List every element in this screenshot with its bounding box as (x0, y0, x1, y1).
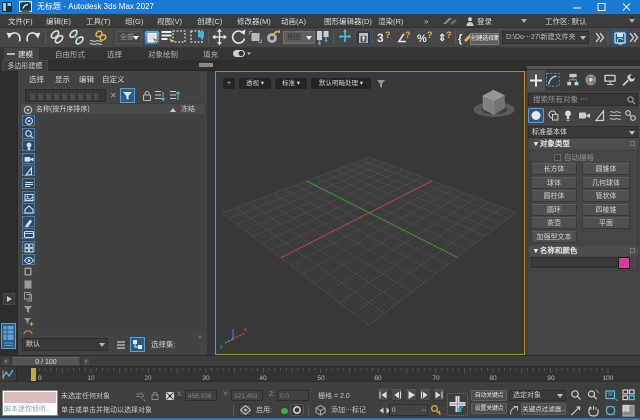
svg-text:%: % (417, 33, 427, 45)
svg-text:{: { (458, 33, 463, 45)
svg-text:?: ? (385, 30, 391, 40)
svg-text:3: 3 (377, 31, 384, 45)
svg-text:?: ? (405, 30, 411, 40)
svg-text:?: ? (446, 30, 452, 40)
svg-text:x: x (244, 327, 247, 333)
svg-text:y: y (220, 344, 223, 350)
svg-text:?: ? (427, 30, 433, 40)
